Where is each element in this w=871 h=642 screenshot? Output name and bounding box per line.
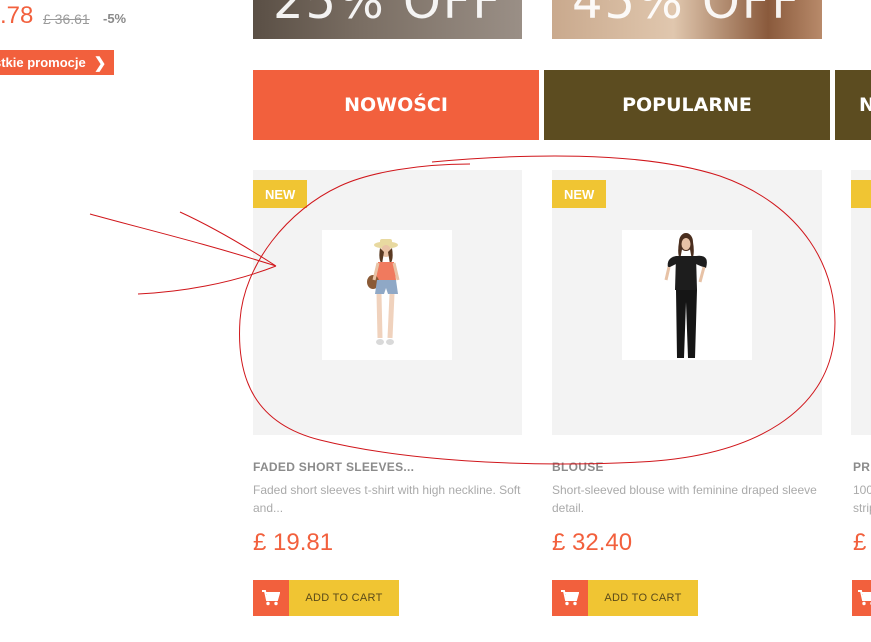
add-to-cart-button[interactable]: ADD TO CART [253, 580, 399, 616]
product-name[interactable]: FADED SHORT SLEEVES... [253, 460, 414, 474]
new-badge [851, 180, 871, 208]
all-promotions-label: stkie promocje [0, 55, 86, 70]
promo-discount: -5% [103, 11, 127, 26]
promo-banner-1[interactable]: 25% OFF [253, 0, 522, 39]
product-price: £ 19.81 [253, 529, 334, 556]
product-photo[interactable] [622, 230, 752, 360]
tab-popularne[interactable]: POPULARNE [544, 70, 830, 140]
product-photo[interactable] [322, 230, 452, 360]
product-model-image [367, 239, 400, 345]
chevron-right-icon: ❯ [93, 54, 107, 72]
product-description: Faded short sleeves t-shirt with high ne… [253, 483, 521, 515]
product-image-card[interactable]: NEW [552, 170, 822, 435]
cart-icon [852, 580, 871, 616]
product-description: 100 strip [853, 483, 871, 515]
new-badge: NEW [253, 180, 308, 208]
add-to-cart-label: ADD TO CART [289, 580, 399, 616]
banner-2-text: 45% OFF [572, 0, 801, 30]
banner-1-text: 25% OFF [273, 0, 502, 30]
cart-icon [552, 580, 588, 616]
product-name[interactable]: PR [853, 460, 870, 474]
annotation-arrow [89, 211, 277, 295]
product-name[interactable]: BLOUSE [552, 460, 604, 474]
product-price: £ 32.40 [552, 529, 633, 556]
cart-icon [253, 580, 289, 616]
promo-banner-2[interactable]: 45% OFF [552, 0, 822, 39]
promo-price: .78 [0, 2, 34, 29]
product-price: £ [853, 529, 867, 556]
add-to-cart-label: ADD TO CART [588, 580, 698, 616]
new-badge: NEW [552, 180, 607, 208]
tab-nowosci[interactable]: NOWOŚCI [253, 70, 539, 140]
tab-third[interactable]: N [835, 70, 871, 140]
product-description: Short-sleeved blouse with feminine drape… [552, 483, 817, 515]
add-to-cart-button[interactable]: ADD TO CART [552, 580, 698, 616]
product-image-card[interactable]: NEW [253, 170, 522, 435]
product-model-image [664, 233, 707, 358]
promo-old-price: £ 36.61 [43, 11, 90, 27]
all-promotions-button[interactable]: stkie promocje ❯ [0, 50, 114, 75]
product-image-card[interactable] [851, 170, 871, 435]
add-to-cart-button[interactable] [852, 580, 871, 616]
